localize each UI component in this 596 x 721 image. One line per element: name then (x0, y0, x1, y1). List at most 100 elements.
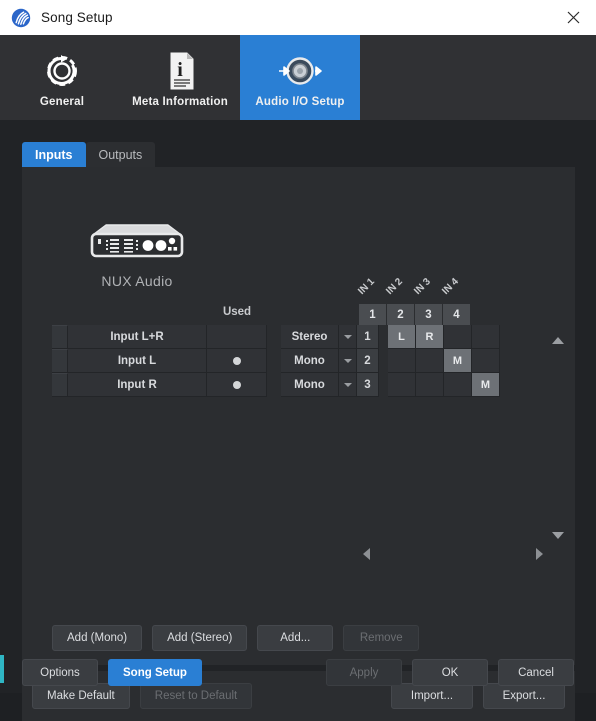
close-icon[interactable] (550, 0, 596, 35)
options-button[interactable]: Options (22, 659, 98, 686)
row-name[interactable]: Input L (68, 349, 207, 373)
channel-label-in-4: IN 4 (440, 276, 461, 297)
channel-number-2[interactable]: 2 (387, 304, 415, 325)
ok-label: OK (441, 666, 459, 679)
matrix-cell[interactable] (444, 373, 472, 397)
dialog-body: Inputs Outputs NUX Audio Used IN 1 IN 2 … (0, 120, 596, 721)
add-label: Add... (280, 632, 311, 644)
matrix-spacer (379, 325, 388, 349)
matrix-cell[interactable] (388, 373, 416, 397)
row-name[interactable]: Input R (68, 373, 207, 397)
row-channel-mode[interactable]: Mono (281, 373, 339, 397)
matrix-cell[interactable]: M (472, 373, 500, 397)
input-routing-grid: Used IN 1 IN 2 IN 3 IN 4 1 2 3 4 Input L… (52, 276, 500, 397)
matrix-cell[interactable] (472, 325, 500, 349)
apply-button: Apply (326, 659, 402, 686)
device-name: NUX Audio (101, 273, 173, 289)
row-meter-spacer (267, 373, 281, 397)
matrix-cell[interactable] (388, 349, 416, 373)
row-port-number: 3 (357, 373, 379, 397)
grid-rows: Input L+R Stereo 1 L R Input L Mono 2 M … (52, 325, 500, 397)
cantabile-logo-icon (11, 8, 31, 28)
channel-number-3[interactable]: 3 (415, 304, 443, 325)
document-info-icon: i (160, 48, 200, 94)
row-used-indicator (207, 373, 267, 397)
row-channel-mode[interactable]: Stereo (281, 325, 339, 349)
section-tab-meta-information[interactable]: i Meta Information (120, 35, 240, 120)
song-setup-button[interactable]: Song Setup (108, 659, 202, 686)
add-mono-button[interactable]: Add (Mono) (52, 625, 143, 651)
svg-text:i: i (177, 59, 183, 81)
song-setup-label: Song Setup (123, 666, 187, 679)
title-bar: Song Setup (0, 0, 596, 36)
add-stereo-label: Add (Stereo) (167, 632, 233, 644)
dialog-footer: Options Song Setup Apply OK Cancel (0, 653, 596, 693)
add-mono-label: Add (Mono) (67, 632, 128, 644)
scroll-up-arrow[interactable] (552, 337, 564, 344)
row-drag-handle[interactable] (52, 349, 68, 373)
window-title: Song Setup (41, 10, 113, 25)
io-tab-strip: Inputs Outputs (22, 142, 156, 167)
table-row[interactable]: Input L Mono 2 M (52, 349, 500, 373)
scroll-right-arrow[interactable] (536, 548, 543, 560)
audio-interface-icon (22, 222, 252, 264)
used-dot-icon (232, 356, 241, 365)
footer-left-group: Options Song Setup (22, 659, 202, 686)
matrix-cell[interactable]: L (388, 325, 416, 349)
matrix-spacer (379, 373, 388, 397)
matrix-cell[interactable] (416, 349, 444, 373)
chevron-down-icon[interactable] (339, 349, 357, 373)
cancel-label: Cancel (518, 666, 554, 679)
scroll-down-arrow[interactable] (552, 532, 564, 539)
section-tab-audio-io-setup-label: Audio I/O Setup (255, 95, 345, 108)
cancel-button[interactable]: Cancel (498, 659, 574, 686)
gear-refresh-icon (39, 48, 85, 94)
matrix-spacer (379, 349, 388, 373)
channel-number-1[interactable]: 1 (359, 304, 387, 325)
matrix-cell[interactable] (444, 325, 472, 349)
inputs-panel: NUX Audio Used IN 1 IN 2 IN 3 IN 4 1 2 3… (22, 167, 575, 665)
tab-outputs[interactable]: Outputs (85, 142, 156, 167)
chevron-down-icon[interactable] (339, 373, 357, 397)
chevron-down-icon[interactable] (339, 325, 357, 349)
matrix-cell[interactable] (416, 373, 444, 397)
row-used-indicator (207, 325, 267, 349)
grid-header: Used IN 1 IN 2 IN 3 IN 4 1 2 3 4 (52, 276, 500, 325)
tab-outputs-label: Outputs (98, 147, 143, 162)
row-meter-spacer (267, 325, 281, 349)
row-meter-spacer (267, 349, 281, 373)
matrix-cell[interactable]: M (444, 349, 472, 373)
audio-io-icon (275, 48, 325, 94)
row-port-number: 2 (357, 349, 379, 373)
row-name[interactable]: Input L+R (68, 325, 207, 349)
row-channel-mode[interactable]: Mono (281, 349, 339, 373)
ok-button[interactable]: OK (412, 659, 488, 686)
row-port-number: 1 (357, 325, 379, 349)
tab-inputs-label: Inputs (35, 147, 73, 162)
section-tab-general-label: General (39, 95, 85, 108)
matrix-cell[interactable] (472, 349, 500, 373)
footer-right-group: Apply OK Cancel (326, 659, 574, 686)
matrix-cell[interactable]: R (416, 325, 444, 349)
channel-label-row: IN 1 IN 2 IN 3 IN 4 (356, 264, 489, 297)
channel-number-4[interactable]: 4 (443, 304, 471, 325)
song-setup-dialog: Song Setup General i Meta Information Au… (0, 0, 596, 721)
channel-label-in-3: IN 3 (412, 276, 433, 297)
row-action-buttons: Add (Mono) Add (Stereo) Add... Remove (52, 625, 420, 651)
remove-button: Remove (343, 625, 420, 651)
row-drag-handle[interactable] (52, 373, 68, 397)
channel-label-in-1: IN 1 (356, 276, 377, 297)
remove-label: Remove (359, 632, 403, 644)
row-drag-handle[interactable] (52, 325, 68, 349)
table-row[interactable]: Input R Mono 3 M (52, 373, 500, 397)
add-button[interactable]: Add... (257, 625, 334, 651)
channel-number-row: 1 2 3 4 (359, 304, 471, 325)
add-stereo-button[interactable]: Add (Stereo) (152, 625, 248, 651)
section-tab-general[interactable]: General (16, 35, 108, 120)
table-row[interactable]: Input L+R Stereo 1 L R (52, 325, 500, 349)
tab-inputs[interactable]: Inputs (22, 142, 86, 167)
apply-label: Apply (349, 666, 379, 679)
channel-label-in-2: IN 2 (384, 276, 405, 297)
section-tab-audio-io-setup[interactable]: Audio I/O Setup (240, 35, 360, 120)
scroll-left-arrow[interactable] (363, 548, 370, 560)
